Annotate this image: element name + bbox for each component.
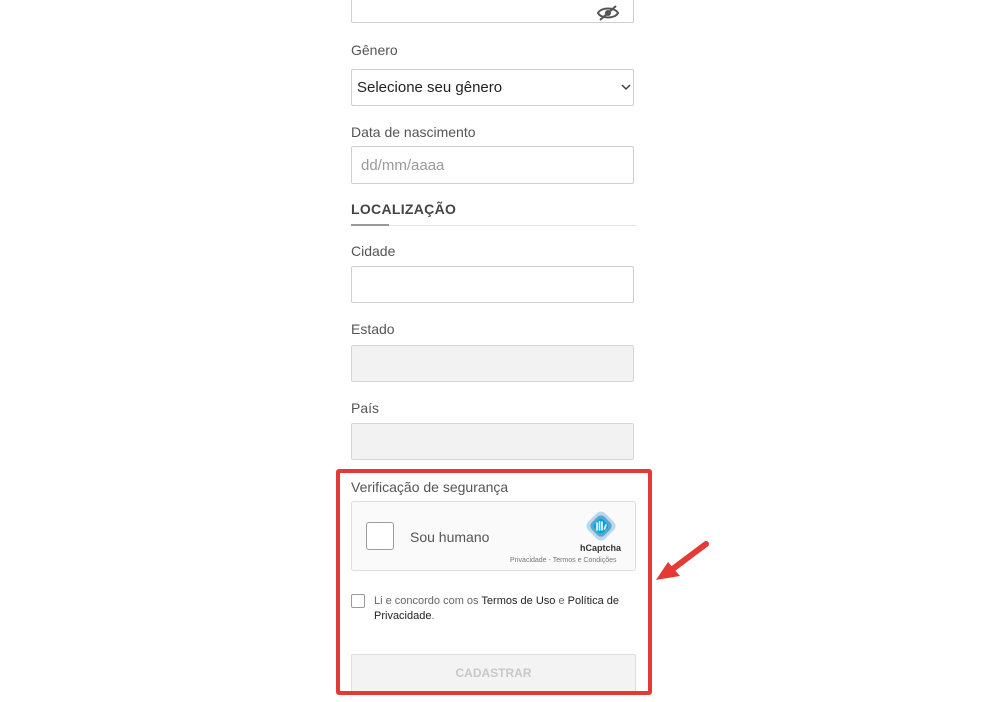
birthdate-label: Data de nascimento [351,124,476,140]
state-label: Estado [351,321,395,337]
section-accent-line [351,224,389,226]
gender-select-value: Selecione seu gênero [357,79,503,96]
eye-off-icon[interactable] [597,5,619,21]
highlight-box [336,469,652,695]
location-section-title: LOCALIZAÇÃO [351,201,457,217]
country-label: País [351,400,380,416]
city-label: Cidade [351,243,396,259]
password-field[interactable] [351,0,634,23]
country-input [351,423,634,460]
arrow-icon [656,541,709,580]
birthdate-placeholder: dd/mm/aaaa [361,157,445,174]
section-divider [351,225,636,226]
gender-label: Gênero [351,42,398,58]
city-input[interactable] [351,266,634,303]
birthdate-input[interactable]: dd/mm/aaaa [351,146,634,184]
state-input [351,345,634,382]
chevron-down-icon [621,84,631,91]
gender-select[interactable]: Selecione seu gênero [351,69,634,106]
